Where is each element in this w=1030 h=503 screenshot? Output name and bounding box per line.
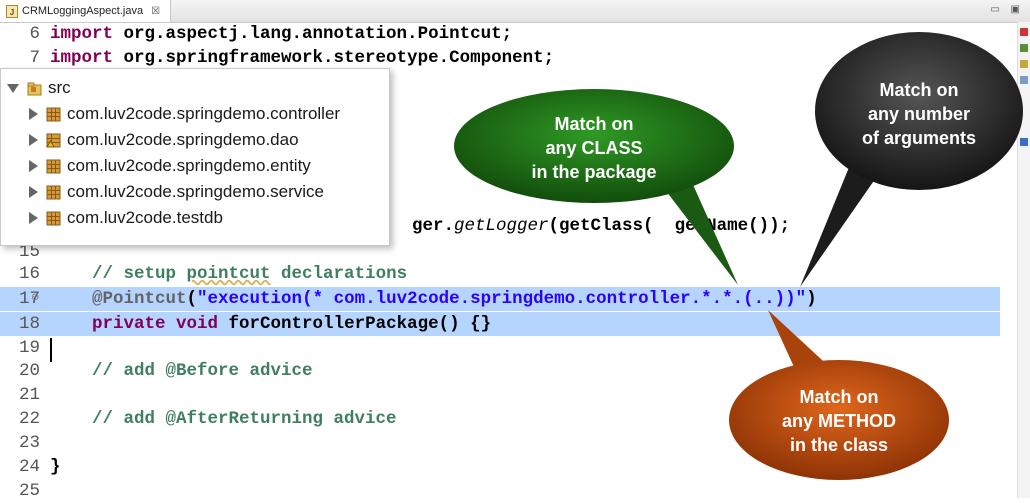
tree-item-package[interactable]: com.luv2code.springdemo.service <box>29 179 324 205</box>
tree-item-label: com.luv2code.springdemo.controller <box>67 104 341 123</box>
editor-tab-bar: J CRMLoggingAspect.java ☒ ▭ ▣ <box>0 0 1030 23</box>
code-token: import <box>50 24 124 44</box>
code-line: 22 // add @AfterReturning advice <box>0 407 1000 431</box>
window-controls[interactable]: ▭ ▣ <box>990 4 1024 15</box>
close-tab-icon[interactable]: ☒ <box>151 6 160 17</box>
line-number: 22 <box>18 409 40 429</box>
right-toolbar-strip <box>1017 22 1030 498</box>
code-line-selected: 17 ⊖ @Pointcut("execution(* com.luv2code.… <box>0 287 1000 311</box>
outline-icon[interactable] <box>1020 28 1028 36</box>
code-text: import org.aspectj.lang.annotation.Point… <box>50 22 512 46</box>
collapse-arrow-icon[interactable] <box>29 212 38 224</box>
code-line: 25 <box>0 479 1000 503</box>
code-token: // setup <box>50 264 187 284</box>
code-token: ger. <box>412 216 455 236</box>
code-line: 21 <box>0 383 1000 407</box>
source-folder-icon <box>27 82 42 95</box>
code-token: (getClass( <box>548 216 654 236</box>
tree-item-package[interactable]: com.luv2code.testdb <box>29 205 223 231</box>
code-line: 20 // add @Before advice <box>0 359 1000 383</box>
package-icon <box>46 159 61 173</box>
text-caret <box>50 338 52 362</box>
line-number: 23 <box>18 433 40 453</box>
tree-item-label: src <box>48 78 71 97</box>
code-text: import org.springframework.stereotype.Co… <box>50 46 554 70</box>
fold-icon[interactable]: ⊖ <box>31 287 39 311</box>
code-token: } <box>50 457 61 477</box>
tree-item-label: com.luv2code.testdb <box>67 208 223 227</box>
bookmark-icon[interactable] <box>1020 60 1028 68</box>
line-number: 25 <box>18 481 40 501</box>
code-text: // add @AfterReturning advice <box>50 407 397 431</box>
code-line: 7 import org.springframework.stereotype.C… <box>0 46 1000 70</box>
code-token: "execution(* com.luv2code.springdemo.con… <box>197 289 807 309</box>
tree-item-label: com.luv2code.springdemo.service <box>67 182 325 201</box>
line-number: 7 <box>29 48 40 68</box>
tab-title: CRMLoggingAspect.java <box>22 5 144 17</box>
line-number: 19 <box>18 338 40 358</box>
package-explorer-popup: src com.luv2code.springdemo.controller c… <box>0 68 390 246</box>
line-number: 21 <box>18 385 40 405</box>
code-token: getName()); <box>674 216 791 236</box>
hierarchy-icon[interactable] <box>1020 76 1028 84</box>
code-line: 16 // setup pointcut declarations <box>0 262 1000 286</box>
code-text: } <box>50 455 61 479</box>
code-token: import <box>50 48 124 68</box>
line-number: 16 <box>18 264 40 284</box>
collapse-arrow-icon[interactable] <box>29 186 38 198</box>
package-warning-icon <box>46 133 61 147</box>
task-icon[interactable] <box>1020 44 1028 52</box>
package-icon <box>46 107 61 121</box>
code-token: ( <box>186 289 198 309</box>
code-token: org.springframework.stereotype.Component… <box>123 48 555 68</box>
code-token: // add @Before advice <box>50 361 313 381</box>
collapse-arrow-icon[interactable] <box>29 134 38 146</box>
tab-crmloggingaspect[interactable]: J CRMLoggingAspect.java ☒ <box>0 0 172 22</box>
code-line: 23 <box>0 431 1000 455</box>
code-token: declarations <box>270 264 408 284</box>
tree-item-package[interactable]: com.luv2code.springdemo.entity <box>29 153 311 179</box>
console-icon[interactable] <box>1020 138 1028 146</box>
line-number: 6 <box>29 24 40 44</box>
code-text: ger.getLogger(getClass( getName()); <box>412 214 790 238</box>
tree-item-label: com.luv2code.springdemo.entity <box>67 156 311 175</box>
package-icon <box>46 185 61 199</box>
code-text: // setup pointcut declarations <box>50 262 407 286</box>
code-token: org.aspectj.lang.annotation.Pointcut; <box>123 24 513 44</box>
java-file-icon: J <box>6 4 18 18</box>
code-token: forControllerPackage() {} <box>228 314 492 334</box>
tree-item-package[interactable]: com.luv2code.springdemo.controller <box>29 101 340 127</box>
code-token: pointcut <box>186 264 271 284</box>
svg-text:J: J <box>10 8 14 17</box>
line-number: 24 <box>18 457 40 477</box>
code-line-selected: 18 private void forControllerPackage() {… <box>0 312 1000 336</box>
package-icon <box>46 211 61 225</box>
line-number: 20 <box>18 361 40 381</box>
tree-item-label: com.luv2code.springdemo.dao <box>67 130 299 149</box>
tree-item-package[interactable]: com.luv2code.springdemo.dao <box>29 127 299 153</box>
code-token: private void <box>92 314 229 334</box>
code-token: getLogger <box>454 216 549 236</box>
code-token: ) <box>806 289 817 309</box>
line-number: 18 <box>18 314 40 334</box>
code-token: @Pointcut <box>92 289 187 309</box>
code-line: 24} <box>0 455 1000 479</box>
code-line: 19 <box>0 336 1000 360</box>
tree-item-src[interactable]: src <box>7 75 71 101</box>
collapse-arrow-icon[interactable] <box>29 108 38 120</box>
code-line: 6 import org.aspectj.lang.annotation.Poin… <box>0 22 1000 46</box>
code-token: // add @AfterReturning advice <box>50 409 397 429</box>
code-text: private void forControllerPackage() {} <box>50 312 491 336</box>
code-text: @Pointcut("execution(* com.luv2code.spri… <box>50 287 817 311</box>
code-text: // add @Before advice <box>50 359 313 383</box>
collapse-arrow-icon[interactable] <box>29 160 38 172</box>
expand-arrow-icon[interactable] <box>7 83 19 93</box>
